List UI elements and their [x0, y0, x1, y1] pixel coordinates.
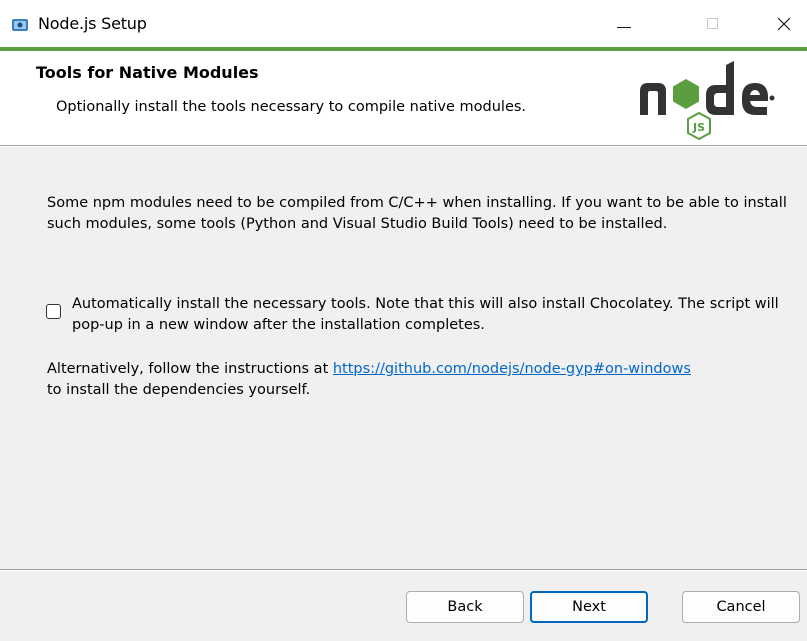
alternative-prefix: Alternatively, follow the instructions a…: [47, 361, 333, 377]
cancel-button[interactable]: Cancel: [682, 591, 800, 623]
header-divider-highlight: [0, 146, 807, 147]
minimize-icon: [617, 27, 631, 28]
close-icon: [777, 17, 790, 30]
page-subtitle: Optionally install the tools necessary t…: [56, 99, 527, 115]
logo-badge-text: JS: [692, 121, 705, 134]
install-tools-checkbox[interactable]: [46, 304, 61, 319]
page-title: Tools for Native Modules: [36, 63, 259, 82]
minimize-button[interactable]: [596, 0, 652, 47]
close-button[interactable]: [760, 0, 807, 47]
window-title: Node.js Setup: [38, 14, 147, 33]
footer-divider-highlight: [0, 570, 807, 571]
node-gyp-link[interactable]: https://github.com/nodejs/node-gyp#on-wi…: [333, 361, 691, 377]
back-button[interactable]: Back: [406, 591, 524, 623]
wizard-header: Tools for Native Modules Optionally inst…: [0, 51, 807, 145]
install-tools-label[interactable]: Automatically install the necessary tool…: [72, 294, 792, 336]
nodejs-logo: JS: [640, 61, 775, 141]
intro-paragraph: Some npm modules need to be compiled fro…: [47, 195, 787, 232]
alternative-suffix: to install the dependencies yourself.: [47, 382, 311, 398]
alternative-paragraph: Alternatively, follow the instructions a…: [47, 359, 787, 401]
maximize-icon: [706, 18, 718, 29]
maximize-button[interactable]: [684, 0, 740, 47]
title-bar[interactable]: Node.js Setup: [0, 0, 807, 47]
setup-window: Node.js Setup Tools for Native Modules O…: [0, 0, 807, 641]
next-button[interactable]: Next: [530, 591, 648, 623]
installer-icon: [12, 19, 28, 31]
